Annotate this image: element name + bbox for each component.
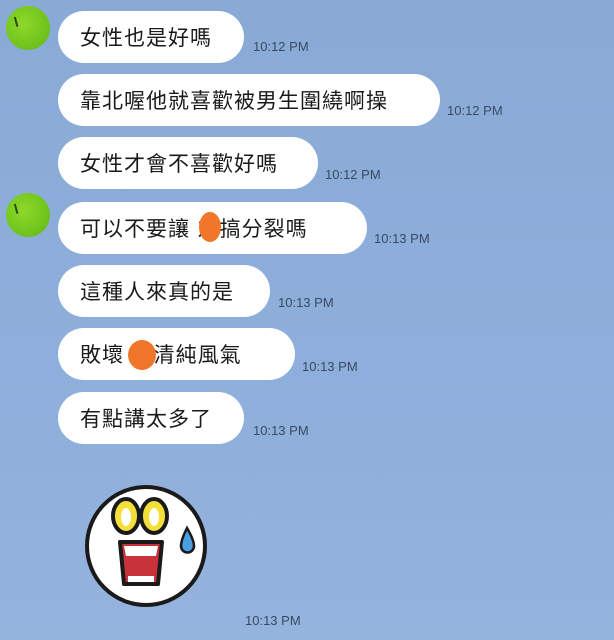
message-timestamp: 10:13 PM: [253, 423, 309, 438]
message-text: 女性也是好嗎: [80, 26, 212, 50]
message-timestamp: 10:12 PM: [325, 167, 381, 182]
message-bubble[interactable]: 這種人來真的是: [58, 265, 270, 317]
redaction-mark: [128, 340, 156, 370]
redaction-mark: [199, 212, 221, 242]
message-bubble[interactable]: 靠北喔他就喜歡被男生圍繞啊操: [58, 74, 440, 126]
message-text: 有點講太多了: [80, 407, 212, 431]
message-bubble[interactable]: 女性才會不喜歡好嗎: [58, 137, 318, 189]
message-text: 靠北喔他就喜歡被男生圍繞啊操: [80, 89, 388, 113]
contact-avatar[interactable]: [6, 193, 50, 237]
message-text: 這種人來真的是: [80, 280, 234, 304]
message-bubble[interactable]: 女性也是好嗎: [58, 11, 244, 63]
message-text: 敗壞 友清純風氣: [80, 343, 242, 367]
chat-view: 女性也是好嗎 10:12 PM 靠北喔他就喜歡被男生圍繞啊操 10:12 PM …: [0, 0, 614, 640]
message-timestamp: 10:13 PM: [278, 295, 334, 310]
contact-avatar[interactable]: [6, 6, 50, 50]
sticker-timestamp: 10:13 PM: [245, 613, 301, 628]
message-bubble[interactable]: 敗壞 友清純風氣: [58, 328, 295, 380]
message-text: 可以不要讓 友搞分裂嗎: [80, 217, 308, 241]
message-timestamp: 10:12 PM: [253, 39, 309, 54]
shocked-face-sticker-icon[interactable]: [84, 484, 208, 608]
message-text: 女性才會不喜歡好嗎: [80, 152, 278, 176]
message-bubble[interactable]: 有點講太多了: [58, 392, 244, 444]
message-timestamp: 10:12 PM: [447, 103, 503, 118]
message-timestamp: 10:13 PM: [302, 359, 358, 374]
message-timestamp: 10:13 PM: [374, 231, 430, 246]
